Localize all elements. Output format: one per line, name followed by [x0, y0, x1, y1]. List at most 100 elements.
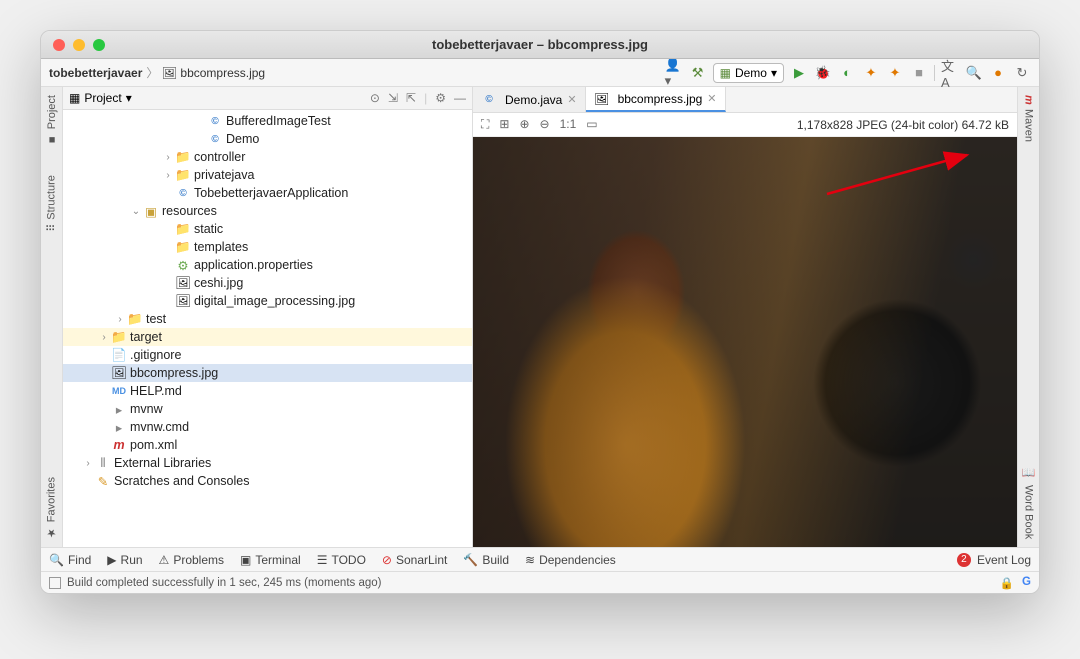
tree-item[interactable]: ⌄▣resources — [63, 202, 472, 220]
select-opened-file-icon[interactable]: ⊙ — [370, 91, 380, 105]
gear-icon[interactable]: ⚙ — [435, 91, 446, 105]
java-icon: © — [207, 114, 223, 128]
editor-tab[interactable]: 🖼bbcompress.jpg✕ — [586, 87, 726, 112]
tree-item[interactable]: ©TobebetterjavaerApplication — [63, 184, 472, 202]
tree-item[interactable]: ▸mvnw — [63, 400, 472, 418]
chevron-down-icon[interactable]: ▾ — [126, 91, 132, 105]
tree-item[interactable]: mpom.xml — [63, 436, 472, 454]
image-info-text: 1,178x828 JPEG (24-bit color) 64.72 kB — [797, 118, 1009, 132]
problems-tab[interactable]: ⚠ Problems — [159, 553, 224, 567]
folder-icon: 📁 — [175, 168, 191, 182]
event-log-tab[interactable]: Event Log — [977, 553, 1031, 567]
tab-label: Demo.java — [505, 93, 562, 107]
tree-item-label: TobebetterjavaerApplication — [194, 186, 348, 200]
scratch-icon: ✎ — [95, 474, 111, 488]
search-icon[interactable]: 🔍 — [965, 64, 983, 82]
tree-item[interactable]: ⚙application.properties — [63, 256, 472, 274]
run-configuration-selector[interactable]: ▦ Demo ▾ — [713, 63, 784, 83]
fullscreen-icon[interactable]: ⛶ — [481, 117, 489, 132]
close-tab-icon[interactable]: ✕ — [707, 92, 716, 105]
breadcrumb[interactable]: tobebetterjavaer 〉 🖼 bbcompress.jpg — [49, 64, 265, 81]
md-icon: MD — [111, 384, 127, 398]
tree-item[interactable]: ©BufferedImageTest — [63, 112, 472, 130]
navigation-bar: tobebetterjavaer 〉 🖼 bbcompress.jpg 👤▾ ⚒… — [41, 59, 1039, 87]
tree-item-label: static — [194, 222, 223, 236]
editor-tab[interactable]: ©Demo.java✕ — [473, 87, 586, 112]
editor-area: ©Demo.java✕🖼bbcompress.jpg✕ ⛶ ⊞ ⊕ ⊖ 1:1 … — [473, 87, 1017, 547]
terminal-tab[interactable]: ▣ Terminal — [240, 553, 301, 567]
ide-updates-icon[interactable]: ↻ — [1013, 64, 1031, 82]
bottom-tool-tabs: 🔍 Find ▶ Run ⚠ Problems ▣ Terminal ☰ TOD… — [41, 547, 1039, 571]
sync-icon[interactable]: ● — [989, 64, 1007, 82]
hide-panel-icon[interactable]: — — [454, 91, 466, 105]
project-tree[interactable]: ©BufferedImageTest©Demo›📁controller›📁pri… — [63, 110, 472, 547]
tree-item[interactable]: ›⫴External Libraries — [63, 454, 472, 472]
run-tab[interactable]: ▶ Run — [107, 553, 142, 567]
img-icon: 🖼 — [594, 92, 610, 106]
dependencies-tab[interactable]: ≋ Dependencies — [525, 553, 616, 567]
translate-icon[interactable]: 文A — [941, 64, 959, 82]
tree-item-label: privatejava — [194, 168, 254, 182]
breadcrumb-file[interactable]: bbcompress.jpg — [180, 66, 265, 80]
collapse-all-icon[interactable]: ⇱ — [406, 91, 416, 105]
debug-button[interactable]: 🐞 — [814, 64, 832, 82]
folder-res-icon: ▣ — [143, 204, 159, 218]
zoom-in-icon[interactable]: ⊕ — [519, 117, 529, 132]
tree-item[interactable]: MDHELP.md — [63, 382, 472, 400]
sonarlint-tab[interactable]: ⊘ SonarLint — [382, 553, 447, 567]
status-bar: Build completed successfully in 1 sec, 2… — [41, 571, 1039, 593]
lib-icon: ⫴ — [95, 456, 111, 470]
toolwindow-toggle-icon[interactable] — [49, 577, 61, 589]
find-tab[interactable]: 🔍 Find — [49, 553, 91, 567]
tree-item[interactable]: ›📁controller — [63, 148, 472, 166]
run-config-label: Demo — [735, 66, 767, 80]
run-button[interactable]: ▶ — [790, 64, 808, 82]
grid-icon[interactable]: ⊞ — [499, 117, 509, 132]
structure-tool-tab[interactable]: ⠿Structure — [45, 175, 58, 232]
tree-item[interactable]: 🖼bbcompress.jpg — [63, 364, 472, 382]
user-icon[interactable]: 👤▾ — [665, 64, 683, 82]
expand-all-icon[interactable]: ⇲ — [388, 91, 398, 105]
wordbook-tool-tab[interactable]: 📖Word Book — [1022, 467, 1035, 539]
tree-item[interactable]: 📁static — [63, 220, 472, 238]
left-tool-rail: ■Project ⠿Structure ★Favorites — [41, 87, 63, 547]
tree-item[interactable]: 🖼digital_image_processing.jpg — [63, 292, 472, 310]
folder-icon: 📁 — [175, 240, 191, 254]
java-icon: © — [175, 186, 191, 200]
lock-icon[interactable]: 🔒 — [1000, 576, 1014, 590]
hammer-icon[interactable]: ⚒ — [689, 64, 707, 82]
tree-item-label: templates — [194, 240, 248, 254]
stop-button[interactable]: ■ — [910, 64, 928, 82]
breadcrumb-project[interactable]: tobebetterjavaer — [49, 66, 142, 80]
tree-item[interactable]: 📁templates — [63, 238, 472, 256]
tree-item-label: target — [130, 330, 162, 344]
tree-item[interactable]: ©Demo — [63, 130, 472, 148]
titlebar: tobebetterjavaer – bbcompress.jpg — [41, 31, 1039, 59]
tree-item[interactable]: 🖼ceshi.jpg — [63, 274, 472, 292]
zoom-actual-button[interactable]: 1:1 — [560, 117, 577, 132]
profile-button[interactable]: ✦ — [862, 64, 880, 82]
zoom-out-icon[interactable]: ⊖ — [540, 117, 550, 132]
tree-item[interactable]: ▸mvnw.cmd — [63, 418, 472, 436]
tree-item-label: mvnw.cmd — [130, 420, 189, 434]
zoom-fit-icon[interactable]: ▭ — [586, 117, 597, 132]
build-tab[interactable]: 🔨 Build — [463, 553, 509, 567]
coverage-button[interactable]: ◐ — [838, 64, 856, 82]
attach-button[interactable]: ✦ — [886, 64, 904, 82]
tree-item[interactable]: ›📁test — [63, 310, 472, 328]
folder-icon: 📁 — [175, 222, 191, 236]
close-tab-icon[interactable]: ✕ — [567, 93, 576, 106]
image-viewport[interactable] — [473, 137, 1017, 547]
tree-item[interactable]: ›📁target — [63, 328, 472, 346]
tree-item[interactable]: ›📁privatejava — [63, 166, 472, 184]
tree-item-label: mvnw — [130, 402, 163, 416]
google-icon[interactable]: G — [1022, 576, 1031, 590]
project-tool-tab[interactable]: ■Project — [46, 95, 58, 145]
favorites-tool-tab[interactable]: ★Favorites — [45, 477, 58, 539]
todo-tab[interactable]: ☰ TODO — [317, 553, 366, 567]
maven-tool-tab[interactable]: mMaven — [1023, 95, 1035, 142]
java-icon: © — [207, 132, 223, 146]
tree-item[interactable]: 📄.gitignore — [63, 346, 472, 364]
tree-item-label: ceshi.jpg — [194, 276, 243, 290]
tree-item[interactable]: ✎Scratches and Consoles — [63, 472, 472, 490]
